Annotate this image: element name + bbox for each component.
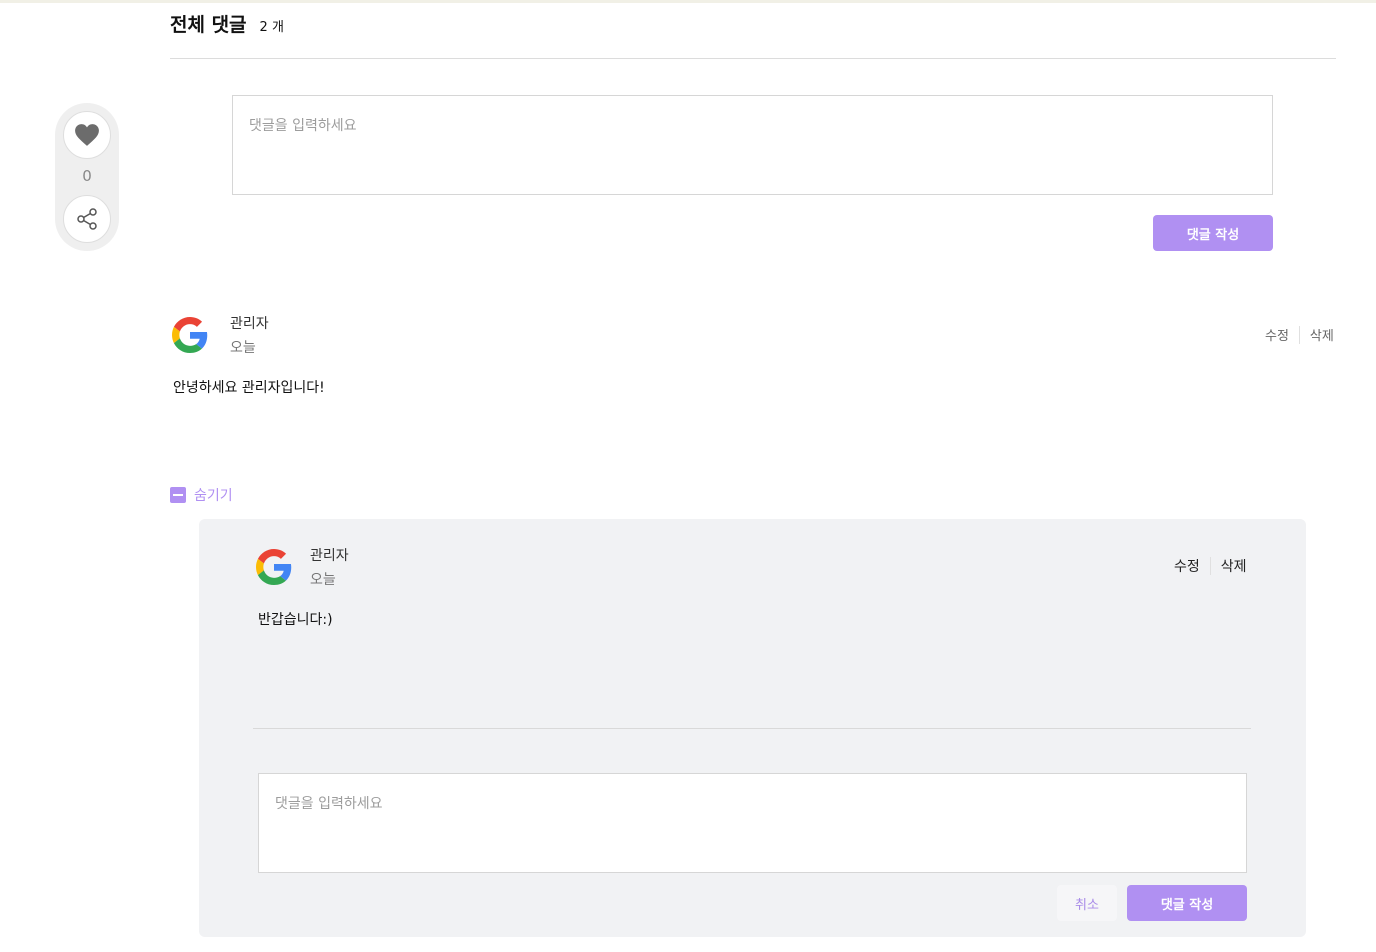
delete-reply-button[interactable]: 삭제 [1221, 556, 1247, 576]
google-logo-icon [172, 317, 208, 353]
reaction-sidebar: 0 [55, 103, 119, 251]
comment-author: 관리자 [230, 316, 269, 332]
reply-actions: 수정 삭제 [1174, 556, 1247, 576]
reply-panel: 관리자 오늘 수정 삭제 반갑습니다:) 취소 댓글 작성 [199, 519, 1306, 937]
submit-comment-button[interactable]: 댓글 작성 [1153, 215, 1273, 251]
google-logo-icon [256, 549, 292, 585]
reply-date: 오늘 [310, 572, 336, 588]
hide-replies-toggle[interactable]: 숨기기 [170, 485, 233, 505]
minus-icon [170, 487, 186, 503]
share-button[interactable] [63, 195, 111, 243]
comment-input[interactable] [232, 95, 1273, 195]
top-rule [0, 0, 1376, 3]
reply-body: 반갑습니다:) [258, 612, 333, 628]
share-icon [77, 208, 97, 230]
action-divider [1298, 325, 1300, 344]
edit-reply-button[interactable]: 수정 [1174, 556, 1200, 576]
reply-author: 관리자 [310, 548, 349, 564]
submit-reply-button[interactable]: 댓글 작성 [1127, 885, 1247, 921]
comment-body: 안녕하세요 관리자입니다! [173, 380, 325, 396]
heart-icon [75, 124, 99, 146]
action-divider [1209, 557, 1211, 575]
header-divider [170, 58, 1336, 59]
comments-title: 전체 댓글 [170, 14, 247, 36]
like-count: 0 [82, 167, 92, 185]
edit-comment-button[interactable]: 수정 [1265, 325, 1289, 344]
hide-replies-label: 숨기기 [194, 488, 233, 504]
reply-input[interactable] [258, 773, 1247, 873]
cancel-reply-button[interactable]: 취소 [1057, 885, 1117, 921]
comments-header: 전체 댓글 2 개 [170, 10, 284, 37]
comments-count: 2 개 [259, 20, 284, 35]
like-button[interactable] [63, 111, 111, 159]
comment-actions: 수정 삭제 [1265, 325, 1334, 344]
delete-comment-button[interactable]: 삭제 [1310, 325, 1334, 344]
comment-date: 오늘 [230, 340, 256, 356]
reply-divider [253, 728, 1251, 729]
